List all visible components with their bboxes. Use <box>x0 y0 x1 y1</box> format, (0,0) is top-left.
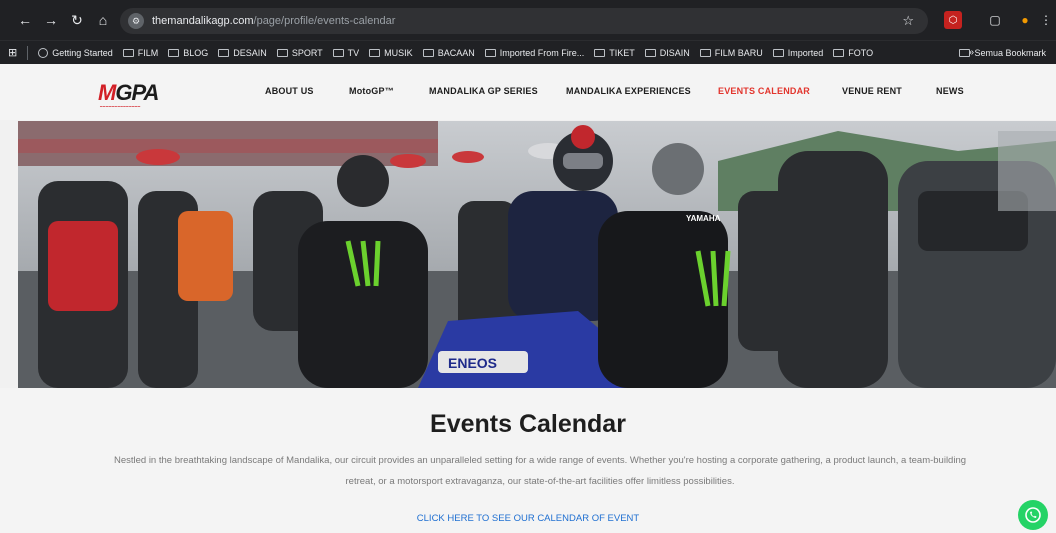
bookmark-folder[interactable]: SPORT <box>276 48 323 58</box>
folder-icon <box>644 48 656 57</box>
hero-scene: ENEOS YAMAHA <box>18 121 1056 388</box>
calendar-of-event-link[interactable]: CLICK HERE TO SEE OUR CALENDAR OF EVENT <box>0 513 1056 524</box>
extensions-icon[interactable]: ▢ <box>986 11 1004 29</box>
folder-icon <box>484 48 496 57</box>
bookmark-folder[interactable]: DESAIN <box>218 48 267 58</box>
bike-sponsor-text: ENEOS <box>448 355 497 371</box>
bookmark-folder[interactable]: FOTO <box>833 48 873 58</box>
folder-icon <box>218 48 230 57</box>
events-calendar-section: Events Calendar Nestled in the breathtak… <box>0 388 1056 533</box>
bookmark-folder[interactable]: MUSIK <box>369 48 413 58</box>
folder-icon <box>422 48 434 57</box>
bookmark-folder[interactable]: BACAAN <box>422 48 475 58</box>
logo-tagline-mark: ━━━━━━━━━━━━━━ <box>100 104 141 109</box>
url-host: themandalikagp.com <box>152 15 254 27</box>
back-icon[interactable]: ← <box>14 12 36 28</box>
nav-mandalika-gp-series[interactable]: MANDALIKA GP SERIES <box>429 86 538 96</box>
folder-icon <box>332 48 344 57</box>
bookmark-folder[interactable]: TV <box>332 48 359 58</box>
folder-icon <box>168 48 180 57</box>
bookmark-folder[interactable]: TIKET <box>594 48 635 58</box>
address-bar[interactable]: ⚙ themandalikagp.com /page/profile/event… <box>120 8 928 34</box>
bookmark-folder[interactable]: Imported From Fire... <box>484 48 584 58</box>
site-info-icon[interactable]: ⚙ <box>128 13 144 29</box>
folder-icon <box>772 48 784 57</box>
browser-toolbar: ← → ↻ ⌂ ⚙ themandalikagp.com /page/profi… <box>0 0 1056 40</box>
bookmark-folder[interactable]: FILM BARU <box>699 48 763 58</box>
all-bookmarks-folder[interactable]: Semua Bookmark <box>959 48 1046 58</box>
whatsapp-icon <box>1025 507 1041 523</box>
bookmark-folder[interactable]: FILM <box>122 48 158 58</box>
menu-kebab-icon[interactable]: ⋮ <box>1040 11 1052 29</box>
bookmark-folder[interactable]: Imported <box>772 48 823 58</box>
hero-image: ENEOS YAMAHA <box>18 121 1056 388</box>
bookmark-star-icon[interactable]: ☆ <box>902 13 914 29</box>
bookmark-folder[interactable]: DISAIN <box>644 48 690 58</box>
bookmark-getting-started[interactable]: Getting Started <box>38 47 113 58</box>
folder-icon <box>959 48 971 57</box>
page-description: Nestled in the breathtaking landscape of… <box>113 455 967 487</box>
folder-icon <box>833 48 845 57</box>
folder-icon <box>594 48 606 57</box>
url-path: /page/profile/events-calendar <box>253 15 396 27</box>
nav-about-us[interactable]: ABOUT US <box>265 86 314 96</box>
bookmark-folder[interactable]: BLOG <box>168 48 208 58</box>
reload-icon[interactable]: ↻ <box>66 12 88 29</box>
profile-avatar-icon[interactable]: ● <box>1016 11 1034 29</box>
forward-icon[interactable]: → <box>40 12 62 28</box>
nav-mandalika-experiences[interactable]: MANDALIKA EXPERIENCES <box>566 86 691 96</box>
bookmarks-bar: ⊞ Getting Started FILM BLOG DESAIN SPORT… <box>0 40 1056 64</box>
nav-events-calendar[interactable]: EVENTS CALENDAR <box>718 86 810 96</box>
folder-icon <box>276 48 288 57</box>
page-title: Events Calendar <box>430 410 626 438</box>
folder-icon <box>122 48 134 57</box>
home-icon[interactable]: ⌂ <box>92 12 114 28</box>
folder-icon <box>699 48 711 57</box>
mgpa-logo[interactable]: MGPA <box>98 80 159 106</box>
whatsapp-chat-button[interactable] <box>1018 500 1048 530</box>
globe-icon <box>38 47 49 58</box>
nav-venue-rent[interactable]: VENUE RENT <box>842 86 902 96</box>
bookmarks-divider <box>27 45 29 60</box>
pdf-extension-icon[interactable]: ⬡ <box>944 11 962 29</box>
site-header: MGPA ━━━━━━━━━━━━━━ ABOUT US MotoGP™ MAN… <box>0 64 1056 120</box>
shirt-sponsor-text: YAMAHA <box>686 214 721 223</box>
nav-motogp[interactable]: MotoGP™ <box>349 86 394 96</box>
folder-icon <box>369 48 381 57</box>
logo-text-suffix: GPA <box>115 80 159 105</box>
apps-grid-icon[interactable]: ⊞ <box>8 46 17 59</box>
nav-news[interactable]: NEWS <box>936 86 964 96</box>
